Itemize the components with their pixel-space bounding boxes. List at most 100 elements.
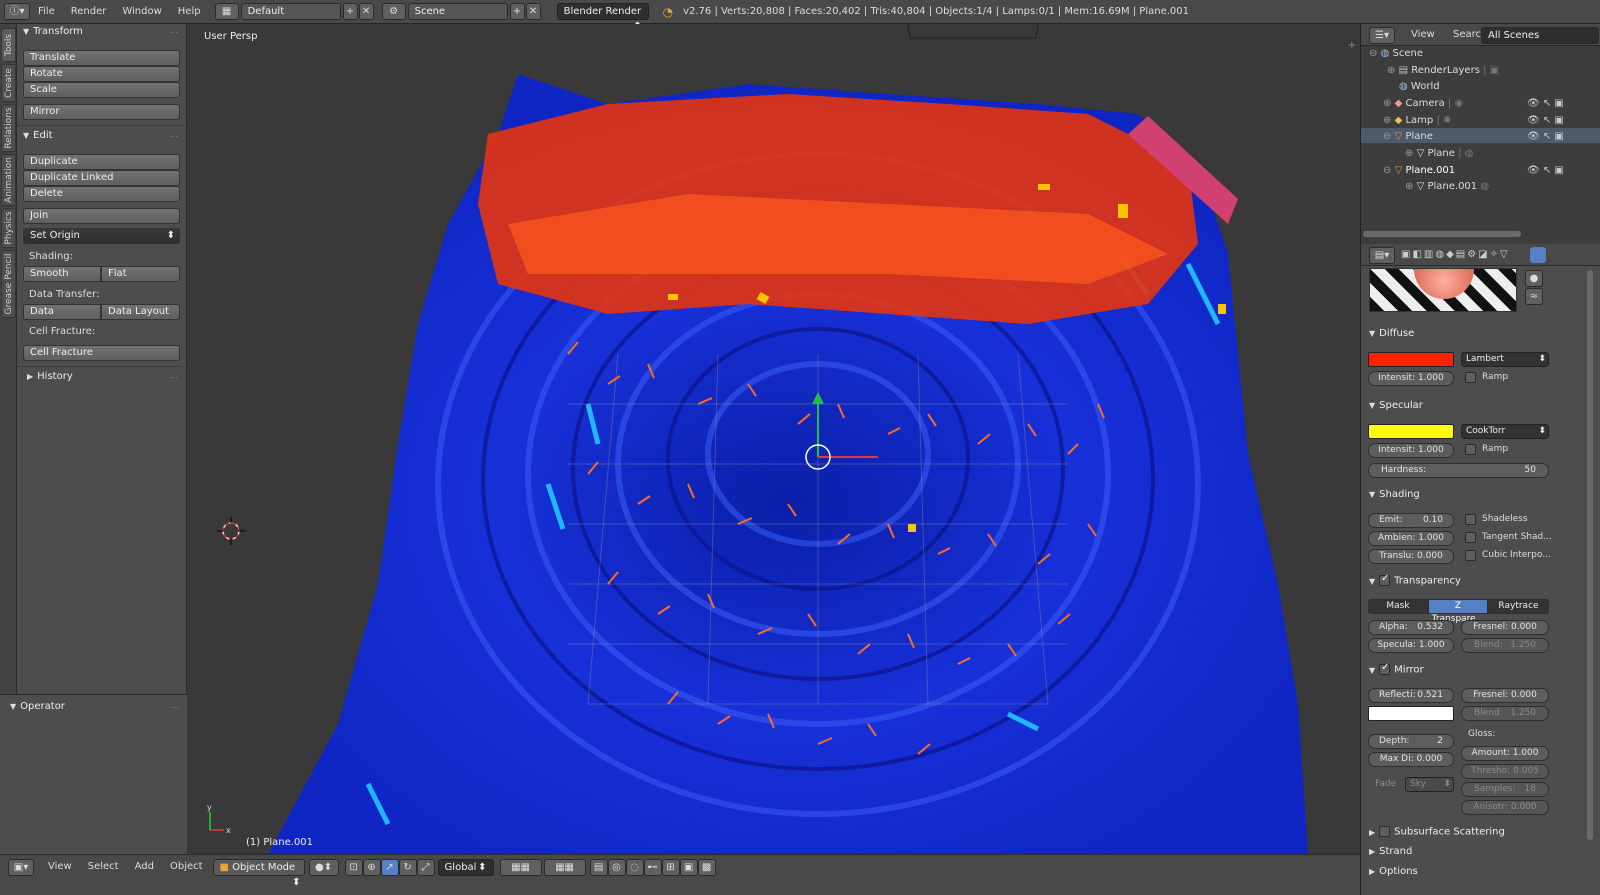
material-tab-icon[interactable]: [1530, 247, 1546, 263]
layer-lock-icon[interactable]: ▤: [589, 858, 608, 876]
pivot-point-icon[interactable]: ⊡: [344, 858, 363, 876]
preview-type-icon[interactable]: ●: [1525, 270, 1543, 287]
mirror-panel-header[interactable]: ▼Mirror: [1369, 662, 1424, 676]
duplicate-linked-button[interactable]: Duplicate Linked: [23, 170, 180, 186]
specular-ramp-checkbox[interactable]: [1465, 444, 1476, 455]
screen-layout-field[interactable]: Default: [240, 3, 341, 20]
max-distance-field[interactable]: Max Di: 0.000: [1368, 752, 1454, 767]
hardness-slider[interactable]: Hardness: 50: [1368, 463, 1549, 478]
outliner-item-camera[interactable]: ⊕ ◆ Camera | ◉: [1383, 98, 1463, 109]
specular-panel-header[interactable]: ▼ Specular: [1369, 400, 1423, 411]
proportional-edit-icon[interactable]: ◌: [625, 858, 644, 876]
data-layout-button[interactable]: Data Layout: [101, 304, 180, 320]
render-only-icon[interactable]: ◎: [607, 858, 626, 876]
outliner-view-menu[interactable]: View: [1411, 29, 1435, 40]
menu-file[interactable]: File: [30, 0, 63, 24]
outliner-item-lamp[interactable]: ⊕ ◆ Lamp | ✺: [1383, 115, 1451, 126]
menu-add[interactable]: Add: [127, 855, 162, 879]
cell-fracture-button[interactable]: Cell Fracture: [23, 345, 180, 361]
mirror-color-swatch[interactable]: [1368, 706, 1454, 721]
specular-intensity-field[interactable]: Intensit: 1.000: [1368, 443, 1454, 458]
menu-help[interactable]: Help: [170, 0, 209, 24]
outliner-item-plane001[interactable]: ⊖ ▽ Plane.001: [1383, 165, 1455, 176]
scene-icon[interactable]: ⚙: [381, 3, 406, 20]
transform-orientation-select[interactable]: Global ⬍: [437, 858, 494, 876]
tab-tools[interactable]: Tools: [1, 28, 16, 62]
ambient-field[interactable]: Ambien: 1.000: [1368, 531, 1454, 546]
scale-button[interactable]: Scale: [23, 82, 180, 98]
mask-button[interactable]: Mask: [1368, 599, 1428, 614]
outliner-item-plane001-mesh[interactable]: ⊕ ▽ Plane.001 ◍: [1405, 181, 1489, 192]
diffuse-intensity-field[interactable]: Intensit: 1.000: [1368, 371, 1454, 386]
menu-object[interactable]: Object: [162, 855, 211, 879]
alpha-field[interactable]: Alpha: 0.532: [1368, 620, 1454, 635]
scale-manipulator-icon[interactable]: ⤢: [416, 858, 435, 876]
panel-grip-icon[interactable]: ⋯: [171, 703, 179, 712]
diffuse-ramp-checkbox[interactable]: [1465, 372, 1476, 383]
raytrace-button[interactable]: Raytrace: [1488, 599, 1549, 614]
emit-field[interactable]: Emit: 0.10: [1368, 513, 1454, 528]
edit-panel-header[interactable]: ▼ Edit: [23, 130, 53, 141]
transparency-fresnel-field[interactable]: Fresnel: 0.000: [1461, 620, 1549, 635]
outliner-item-scene[interactable]: ⊖ ◍ Scene: [1369, 48, 1423, 59]
transparency-panel-header[interactable]: ▼Transparency: [1369, 573, 1461, 587]
preview-type-2-icon[interactable]: ≈: [1525, 288, 1543, 305]
properties-context-tabs[interactable]: ▣◧▥◍◆▤⚙◪✧▽: [1401, 249, 1510, 260]
transparency-blend-field[interactable]: Blend: 1.250: [1461, 638, 1549, 653]
mirror-blend-field[interactable]: Blend: 1.250: [1461, 706, 1549, 721]
display-mode-select[interactable]: All Scenes: [1481, 27, 1599, 44]
rotate-button[interactable]: Rotate: [23, 66, 180, 82]
outliner-item-plane-mesh[interactable]: ⊕ ▽ Plane | ◍: [1405, 148, 1473, 159]
specular-transparency-field[interactable]: Specula: 1.000: [1368, 638, 1454, 653]
properties-editor-icon[interactable]: ▤▾: [1369, 247, 1395, 264]
mirror-button[interactable]: Mirror: [23, 104, 180, 120]
editor-type-icon[interactable]: ▣▾: [8, 858, 34, 876]
tangent-shading-checkbox[interactable]: [1465, 532, 1476, 543]
specular-shader-select[interactable]: CookTorr ⬍: [1461, 424, 1549, 439]
smooth-button[interactable]: Smooth: [23, 266, 101, 282]
3d-cursor-icon[interactable]: [217, 517, 245, 545]
3d-viewport[interactable]: y x User Persp (1) Plane.001 +: [188, 24, 1360, 854]
shading-panel-header[interactable]: ▼ Shading: [1369, 489, 1420, 500]
menu-render[interactable]: Render: [63, 0, 115, 24]
mirror-checkbox[interactable]: [1379, 662, 1391, 675]
scene-layers-2-icon[interactable]: ▦▦: [543, 858, 586, 876]
menu-window[interactable]: Window: [114, 0, 169, 24]
editor-type-icon[interactable]: ⓘ▾: [4, 3, 30, 20]
outliner-item-plane[interactable]: ⊖ ▽ Plane: [1383, 131, 1433, 142]
set-origin-select[interactable]: Set Origin ⬍: [23, 228, 180, 244]
panel-grip-icon[interactable]: ⋯: [170, 132, 178, 141]
viewport-shading-icon[interactable]: ●⬍: [308, 858, 339, 876]
scene-field[interactable]: Scene: [407, 3, 508, 20]
snap-element-icon[interactable]: ⊞: [661, 858, 680, 876]
diffuse-color-swatch[interactable]: [1368, 352, 1454, 367]
render-engine-select[interactable]: Blender Render ⬍: [556, 3, 649, 32]
options-panel-header[interactable]: ▶ Options: [1369, 866, 1418, 877]
gloss-threshold-field[interactable]: Thresho: 0.005: [1461, 764, 1549, 779]
mode-select[interactable]: ■ Object Mode ⬍: [212, 858, 305, 888]
join-button[interactable]: Join: [23, 208, 180, 224]
translate-button[interactable]: Translate: [23, 50, 180, 66]
history-panel-header[interactable]: ▶ History: [27, 371, 73, 382]
diffuse-shader-select[interactable]: Lambert ⬍: [1461, 352, 1549, 367]
panel-grip-icon[interactable]: ⋯: [170, 373, 178, 382]
sss-checkbox[interactable]: [1379, 826, 1391, 837]
duplicate-button[interactable]: Duplicate: [23, 154, 180, 170]
properties-scrollbar[interactable]: [1587, 270, 1593, 840]
outliner-item-renderlayers[interactable]: ⊕ ▤ RenderLayers | ▣: [1387, 65, 1499, 76]
reflectivity-field[interactable]: Reflecti: 0.521: [1368, 688, 1454, 703]
data-button[interactable]: Data: [23, 304, 101, 320]
specular-color-swatch[interactable]: [1368, 424, 1454, 439]
gloss-samples-field[interactable]: Samples: 18: [1461, 782, 1549, 797]
remove-layout-icon[interactable]: ✕: [358, 3, 374, 20]
gloss-amount-field[interactable]: Amount: 1.000: [1461, 746, 1549, 761]
translate-manipulator-icon[interactable]: ↗: [380, 858, 399, 876]
add-layout-icon[interactable]: +: [342, 3, 358, 20]
tab-relations[interactable]: Relations: [1, 104, 16, 152]
remove-scene-icon[interactable]: ✕: [525, 3, 541, 20]
operator-panel-header[interactable]: ▼ Operator: [10, 701, 65, 712]
delete-button[interactable]: Delete: [23, 186, 180, 202]
tab-animation[interactable]: Animation: [1, 154, 16, 206]
transparency-checkbox[interactable]: [1379, 573, 1391, 586]
menu-select[interactable]: Select: [80, 855, 127, 879]
